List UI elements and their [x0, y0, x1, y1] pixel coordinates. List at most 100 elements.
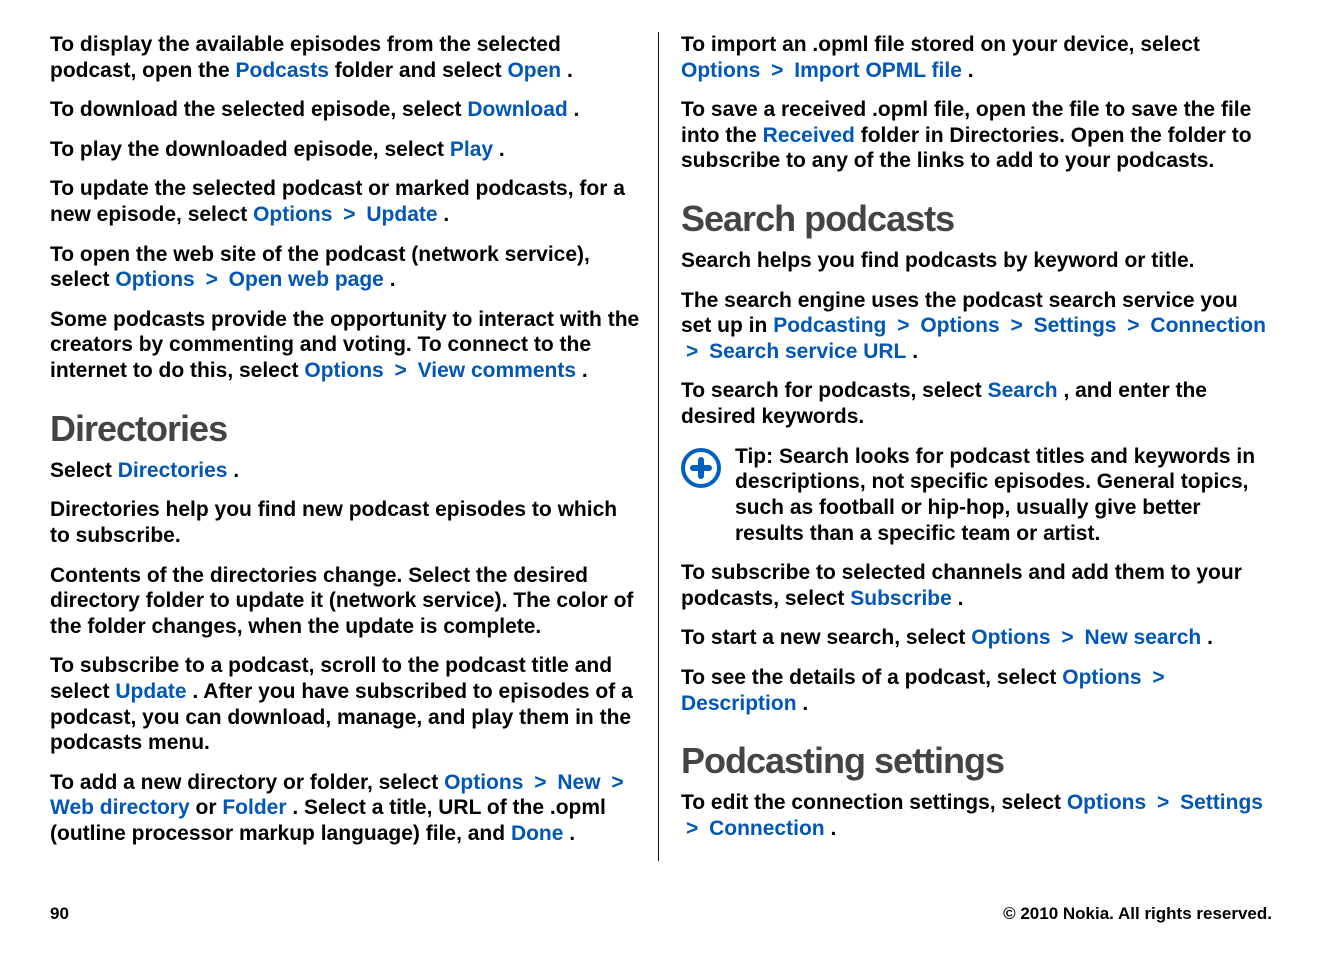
- keyword-options: Options: [115, 268, 194, 291]
- text: To download the selected episode, select: [50, 98, 467, 121]
- page-footer: 90 © 2010 Nokia. All rights reserved.: [50, 904, 1272, 924]
- heading-search-podcasts: Search podcasts: [681, 198, 1271, 240]
- two-column-layout: To display the available episodes from t…: [50, 32, 1272, 861]
- keyword-options: Options: [681, 59, 760, 82]
- breadcrumb-separator: >: [1056, 626, 1078, 649]
- copyright-text: © 2010 Nokia. All rights reserved.: [1003, 904, 1272, 924]
- keyword-update: Update: [115, 680, 186, 703]
- heading-directories: Directories: [50, 408, 640, 450]
- tip-label: Tip:: [735, 445, 773, 468]
- text: To search for podcasts, select: [681, 379, 988, 402]
- page-number: 90: [50, 904, 69, 924]
- breadcrumb-separator: >: [1122, 314, 1144, 337]
- keyword-description: Description: [681, 692, 797, 715]
- paragraph: To play the downloaded episode, select P…: [50, 137, 640, 163]
- paragraph: Directories help you find new podcast ep…: [50, 497, 640, 548]
- text: To edit the connection settings, select: [681, 791, 1067, 814]
- breadcrumb-separator: >: [529, 771, 551, 794]
- breadcrumb-separator: >: [201, 268, 223, 291]
- paragraph: Select Directories .: [50, 458, 640, 484]
- keyword-new: New: [557, 771, 600, 794]
- keyword-search: Search: [988, 379, 1058, 402]
- text: To import an .opml file stored on your d…: [681, 33, 1200, 56]
- text: .: [912, 340, 918, 363]
- right-column: To import an .opml file stored on your d…: [659, 32, 1271, 861]
- paragraph: To add a new directory or folder, select…: [50, 770, 640, 847]
- breadcrumb-separator: >: [681, 817, 703, 840]
- text: .: [574, 98, 580, 121]
- paragraph: To download the selected episode, select…: [50, 97, 640, 123]
- keyword-update: Update: [366, 203, 437, 226]
- keyword-options: Options: [1062, 666, 1141, 689]
- breadcrumb-separator: >: [1147, 666, 1169, 689]
- text: .: [233, 459, 239, 482]
- keyword-podcasting: Podcasting: [773, 314, 886, 337]
- keyword-podcasts: Podcasts: [236, 59, 329, 82]
- breadcrumb-separator: >: [390, 359, 412, 382]
- text: .: [443, 203, 449, 226]
- text: folder and select: [335, 59, 508, 82]
- manual-page: To display the available episodes from t…: [0, 0, 1322, 954]
- paragraph: To save a received .opml file, open the …: [681, 97, 1271, 174]
- keyword-folder: Folder: [222, 796, 286, 819]
- text: Search looks for podcast titles and keyw…: [735, 445, 1255, 545]
- breadcrumb-separator: >: [766, 59, 788, 82]
- paragraph: To update the selected podcast or marked…: [50, 176, 640, 227]
- paragraph: Some podcasts provide the opportunity to…: [50, 307, 640, 384]
- keyword-directories: Directories: [118, 459, 228, 482]
- left-column: To display the available episodes from t…: [50, 32, 659, 861]
- text: .: [569, 822, 575, 845]
- tip-text: Tip: Search looks for podcast titles and…: [735, 444, 1271, 546]
- paragraph: To start a new search, select Options > …: [681, 625, 1271, 651]
- text: .: [830, 817, 836, 840]
- text: To add a new directory or folder, select: [50, 771, 444, 794]
- keyword-subscribe: Subscribe: [850, 587, 952, 610]
- breadcrumb-separator: >: [338, 203, 360, 226]
- text: .: [1207, 626, 1213, 649]
- keyword-done: Done: [511, 822, 564, 845]
- keyword-import-opml-file: Import OPML file: [794, 59, 962, 82]
- keyword-web-directory: Web directory: [50, 796, 190, 819]
- paragraph: To open the web site of the podcast (net…: [50, 242, 640, 293]
- keyword-new-search: New search: [1085, 626, 1202, 649]
- keyword-connection: Connection: [709, 817, 825, 840]
- keyword-view-comments: View comments: [418, 359, 576, 382]
- text: To start a new search, select: [681, 626, 971, 649]
- paragraph: To edit the connection settings, select …: [681, 790, 1271, 841]
- paragraph: To import an .opml file stored on your d…: [681, 32, 1271, 83]
- paragraph: To search for podcasts, select Search , …: [681, 378, 1271, 429]
- keyword-options: Options: [1067, 791, 1146, 814]
- keyword-settings: Settings: [1034, 314, 1117, 337]
- tip-callout: Tip: Search looks for podcast titles and…: [681, 444, 1271, 546]
- paragraph: To see the details of a podcast, select …: [681, 665, 1271, 716]
- paragraph: To subscribe to a podcast, scroll to the…: [50, 653, 640, 755]
- text: .: [958, 587, 964, 610]
- breadcrumb-separator: >: [1006, 314, 1028, 337]
- text: .: [968, 59, 974, 82]
- text: .: [390, 268, 396, 291]
- keyword-options: Options: [253, 203, 332, 226]
- paragraph: The search engine uses the podcast searc…: [681, 288, 1271, 365]
- keyword-options: Options: [971, 626, 1050, 649]
- text: .: [567, 59, 573, 82]
- breadcrumb-separator: >: [681, 340, 703, 363]
- keyword-options: Options: [304, 359, 383, 382]
- text: or: [196, 796, 223, 819]
- keyword-connection: Connection: [1150, 314, 1266, 337]
- text: .: [499, 138, 505, 161]
- keyword-play: Play: [450, 138, 493, 161]
- keyword-settings: Settings: [1180, 791, 1263, 814]
- text: To play the downloaded episode, select: [50, 138, 450, 161]
- breadcrumb-separator: >: [606, 771, 628, 794]
- text: .: [582, 359, 588, 382]
- plus-circle-icon: [681, 448, 721, 546]
- text: Select: [50, 459, 118, 482]
- paragraph: Contents of the directories change. Sele…: [50, 563, 640, 640]
- keyword-options: Options: [444, 771, 523, 794]
- heading-podcasting-settings: Podcasting settings: [681, 740, 1271, 782]
- paragraph: To subscribe to selected channels and ad…: [681, 560, 1271, 611]
- text: .: [802, 692, 808, 715]
- keyword-received: Received: [763, 124, 855, 147]
- paragraph: To display the available episodes from t…: [50, 32, 640, 83]
- keyword-open: Open: [507, 59, 561, 82]
